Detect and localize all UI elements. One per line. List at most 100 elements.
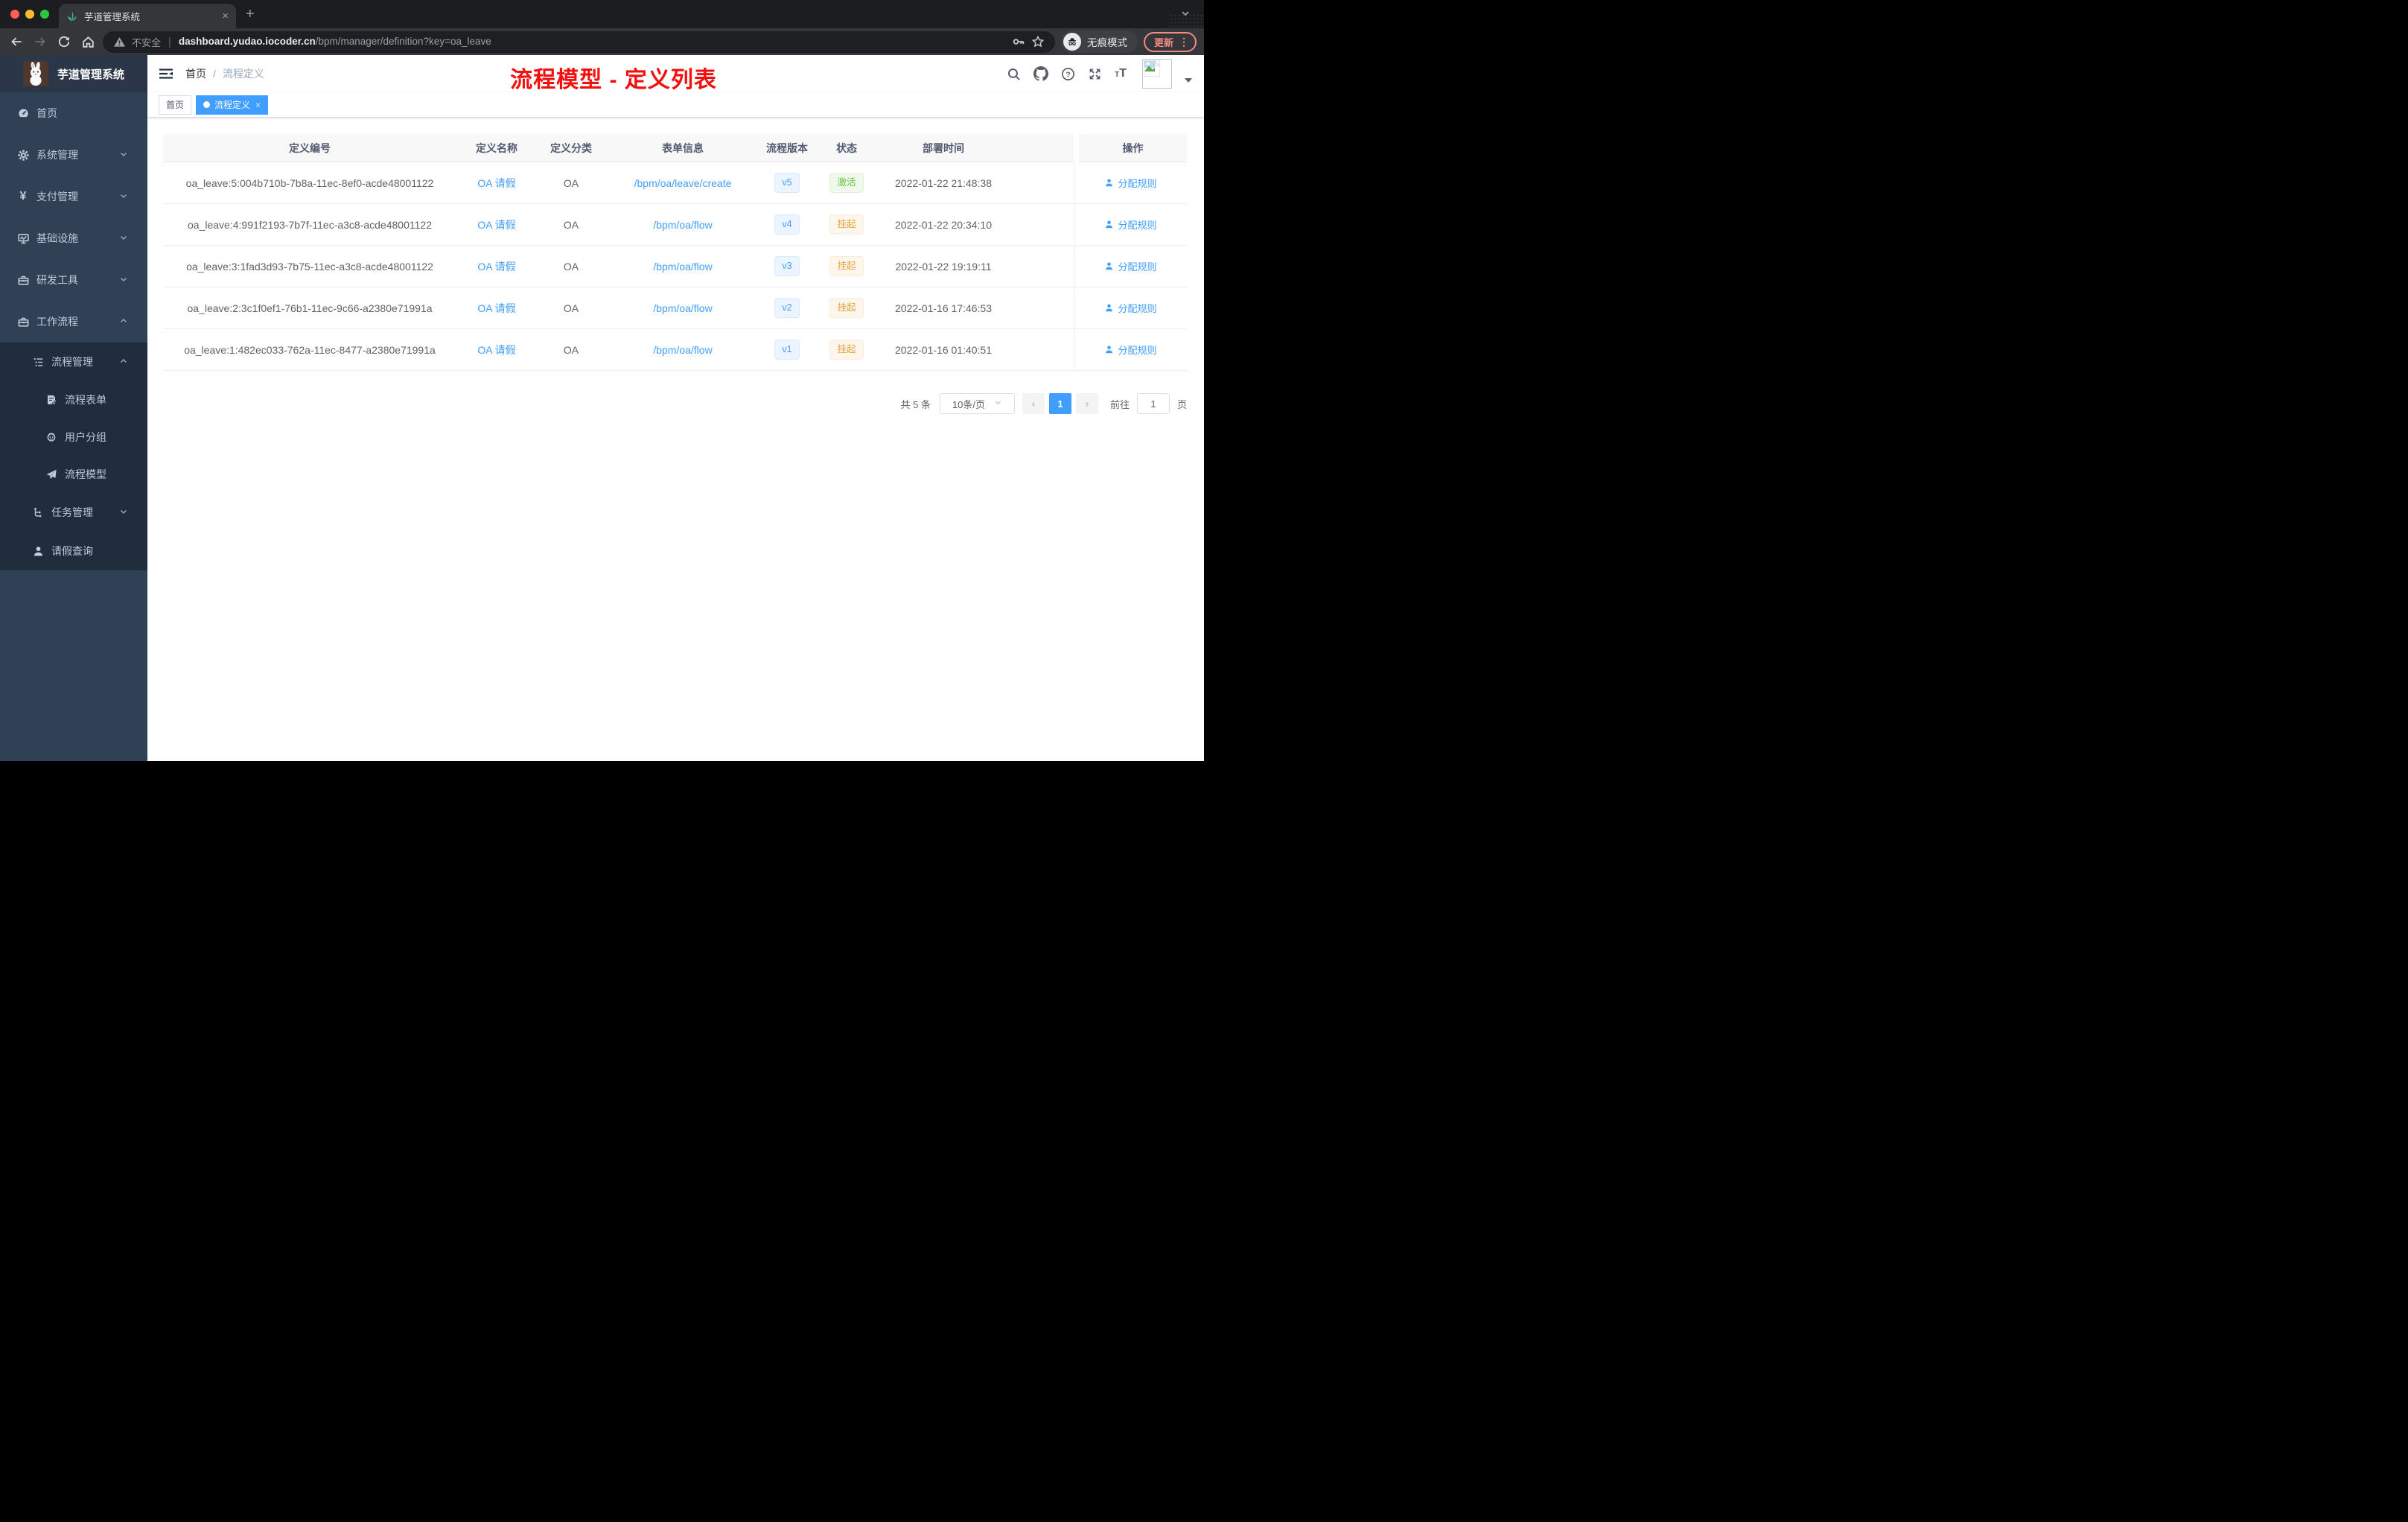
form-link[interactable]: /bpm/oa/flow — [653, 344, 712, 356]
new-tab-button[interactable]: + — [246, 6, 255, 23]
breadcrumb: 首页 / 流程定义 — [185, 66, 264, 81]
paper-plane-icon — [45, 468, 58, 480]
tag-close-icon[interactable]: × — [255, 100, 261, 110]
browser-update-button[interactable]: 更新 ⋮ — [1143, 31, 1197, 52]
incognito-corner-pattern — [1170, 13, 1204, 28]
sidebar-item-label: 工作流程 — [36, 316, 78, 328]
sidebar-item-dev-tools[interactable]: 研发工具 — [0, 259, 147, 301]
incognito-badge: 无痕模式 — [1060, 31, 1138, 53]
sidebar: 芋道管理系统 首页 系统管理 ¥ 支付管理 基础设施 研发工具 工作流程 流程管… — [0, 55, 147, 761]
help-icon[interactable]: ? — [1061, 67, 1075, 81]
fullscreen-icon[interactable] — [1088, 67, 1102, 81]
version-badge[interactable]: v1 — [774, 340, 800, 360]
form-link[interactable]: /bpm/oa/flow — [653, 219, 712, 231]
assign-rule-button[interactable]: 分配规则 — [1104, 176, 1157, 190]
browser-tab[interactable]: 芋道管理系统 × — [59, 4, 236, 28]
form-link[interactable]: /bpm/oa/flow — [653, 302, 712, 314]
chevron-down-icon — [119, 506, 128, 518]
tag-process-definition[interactable]: 流程定义 × — [196, 95, 269, 115]
version-badge[interactable]: v3 — [774, 256, 800, 276]
sidebar-logo[interactable]: 芋道管理系统 — [0, 55, 147, 92]
sidebar-item-leave-query[interactable]: 请假查询 — [0, 532, 147, 570]
home-icon[interactable] — [79, 33, 97, 51]
incognito-icon — [1063, 33, 1081, 51]
version-badge[interactable]: v4 — [774, 214, 800, 235]
page-number-button[interactable]: 1 — [1048, 393, 1071, 414]
prev-page-button[interactable]: ‹ — [1022, 393, 1045, 414]
content-area: 定义编号 定义名称 定义分类 表单信息 流程版本 状态 部署时间 操作 oa_l… — [147, 118, 1204, 761]
chevron-up-icon — [119, 316, 128, 328]
tag-label: 流程定义 — [214, 100, 251, 110]
zoom-window-button[interactable] — [40, 10, 49, 19]
sidebar-item-label: 任务管理 — [51, 506, 93, 518]
page-header: 首页 / 流程定义 流程模型 - 定义列表 ? TT — [147, 55, 1204, 92]
sidebar-item-process-form[interactable]: 流程表单 — [0, 381, 147, 418]
sidebar-item-task-management[interactable]: 任务管理 — [0, 493, 147, 532]
font-size-icon[interactable]: TT — [1115, 67, 1127, 80]
sidebar-item-process-management[interactable]: 流程管理 — [0, 343, 147, 381]
tab-strip: 芋道管理系统 × + — [0, 0, 1204, 28]
avatar-dropdown-caret-icon[interactable] — [1185, 78, 1192, 83]
url-field[interactable]: 不安全 | dashboard.yudao.iocoder.cn/bpm/man… — [103, 31, 1055, 53]
cell-definition-id: oa_leave:4:991f2193-7b7f-11ec-a3c8-acde4… — [188, 218, 432, 231]
password-key-icon[interactable] — [1012, 35, 1025, 48]
forward-icon[interactable] — [31, 33, 49, 51]
sidebar-item-label: 基础设施 — [36, 232, 78, 244]
sidebar-item-user-group[interactable]: 用户分组 — [0, 418, 147, 456]
tab-close-icon[interactable]: × — [222, 10, 229, 22]
status-badge: 挂起 — [829, 214, 864, 235]
definition-name-link[interactable]: OA 请假 — [477, 301, 515, 316]
sidebar-item-system[interactable]: 系统管理 — [0, 134, 147, 176]
annotation-overlay-text: 流程模型 - 定义列表 — [510, 68, 717, 92]
minimize-window-button[interactable] — [25, 10, 34, 19]
next-page-button[interactable]: › — [1075, 393, 1098, 414]
search-icon[interactable] — [1007, 67, 1021, 81]
url-separator: | — [168, 35, 171, 48]
definition-name-link[interactable]: OA 请假 — [477, 176, 515, 191]
close-window-button[interactable] — [10, 10, 19, 19]
toolbox-icon — [16, 274, 30, 287]
toolbox-icon — [16, 316, 30, 328]
bookmark-star-icon[interactable] — [1031, 35, 1045, 48]
definition-name-link[interactable]: OA 请假 — [477, 259, 515, 274]
chevron-down-icon — [119, 232, 128, 244]
avatar[interactable] — [1142, 59, 1172, 89]
assign-rule-button[interactable]: 分配规则 — [1104, 301, 1157, 315]
sidebar-item-process-model[interactable]: 流程模型 — [0, 456, 147, 493]
sidebar-item-workflow[interactable]: 工作流程 — [0, 301, 147, 343]
security-label[interactable]: 不安全 — [132, 35, 161, 49]
browser-menu-kebab-icon[interactable]: ⋮ — [1179, 36, 1189, 48]
cell-definition-id: oa_leave:3:1fad3d93-7b75-11ec-a3c8-acde4… — [186, 260, 433, 273]
form-link[interactable]: /bpm/oa/flow — [653, 261, 712, 273]
gear-icon — [16, 149, 30, 162]
assign-rule-button[interactable]: 分配规则 — [1104, 259, 1157, 273]
cell-deploy-time: 2022-01-22 21:48:38 — [895, 176, 992, 189]
svg-text:?: ? — [1066, 70, 1070, 79]
status-badge: 挂起 — [829, 298, 864, 318]
robot-face-icon — [45, 431, 58, 443]
form-link[interactable]: /bpm/oa/leave/create — [634, 177, 732, 189]
sidebar-item-payment[interactable]: ¥ 支付管理 — [0, 176, 147, 217]
page-size-select[interactable]: 10条/页 — [939, 393, 1015, 414]
assign-rule-button[interactable]: 分配规则 — [1104, 217, 1157, 232]
security-warning-icon[interactable] — [113, 36, 126, 48]
sidebar-item-infrastructure[interactable]: 基础设施 — [0, 217, 147, 259]
status-badge: 激活 — [829, 173, 864, 193]
breadcrumb-home[interactable]: 首页 — [185, 66, 206, 81]
definition-name-link[interactable]: OA 请假 — [477, 343, 515, 357]
goto-page-input[interactable] — [1136, 393, 1170, 414]
reload-icon[interactable] — [55, 33, 73, 51]
assign-rule-button[interactable]: 分配规则 — [1104, 343, 1157, 357]
version-badge[interactable]: v2 — [774, 298, 800, 318]
tag-home[interactable]: 首页 — [159, 95, 192, 115]
github-icon[interactable] — [1033, 66, 1049, 81]
cell-category: OA — [563, 260, 579, 273]
sidebar-item-label: 用户分组 — [65, 431, 106, 443]
sidebar-collapse-icon[interactable] — [159, 66, 173, 81]
back-icon[interactable] — [7, 33, 25, 51]
chevron-up-icon — [119, 356, 128, 368]
version-badge[interactable]: v5 — [774, 173, 800, 193]
url-text[interactable]: dashboard.yudao.iocoder.cn/bpm/manager/d… — [179, 35, 491, 48]
sidebar-item-home[interactable]: 首页 — [0, 92, 147, 134]
definition-name-link[interactable]: OA 请假 — [477, 217, 515, 232]
